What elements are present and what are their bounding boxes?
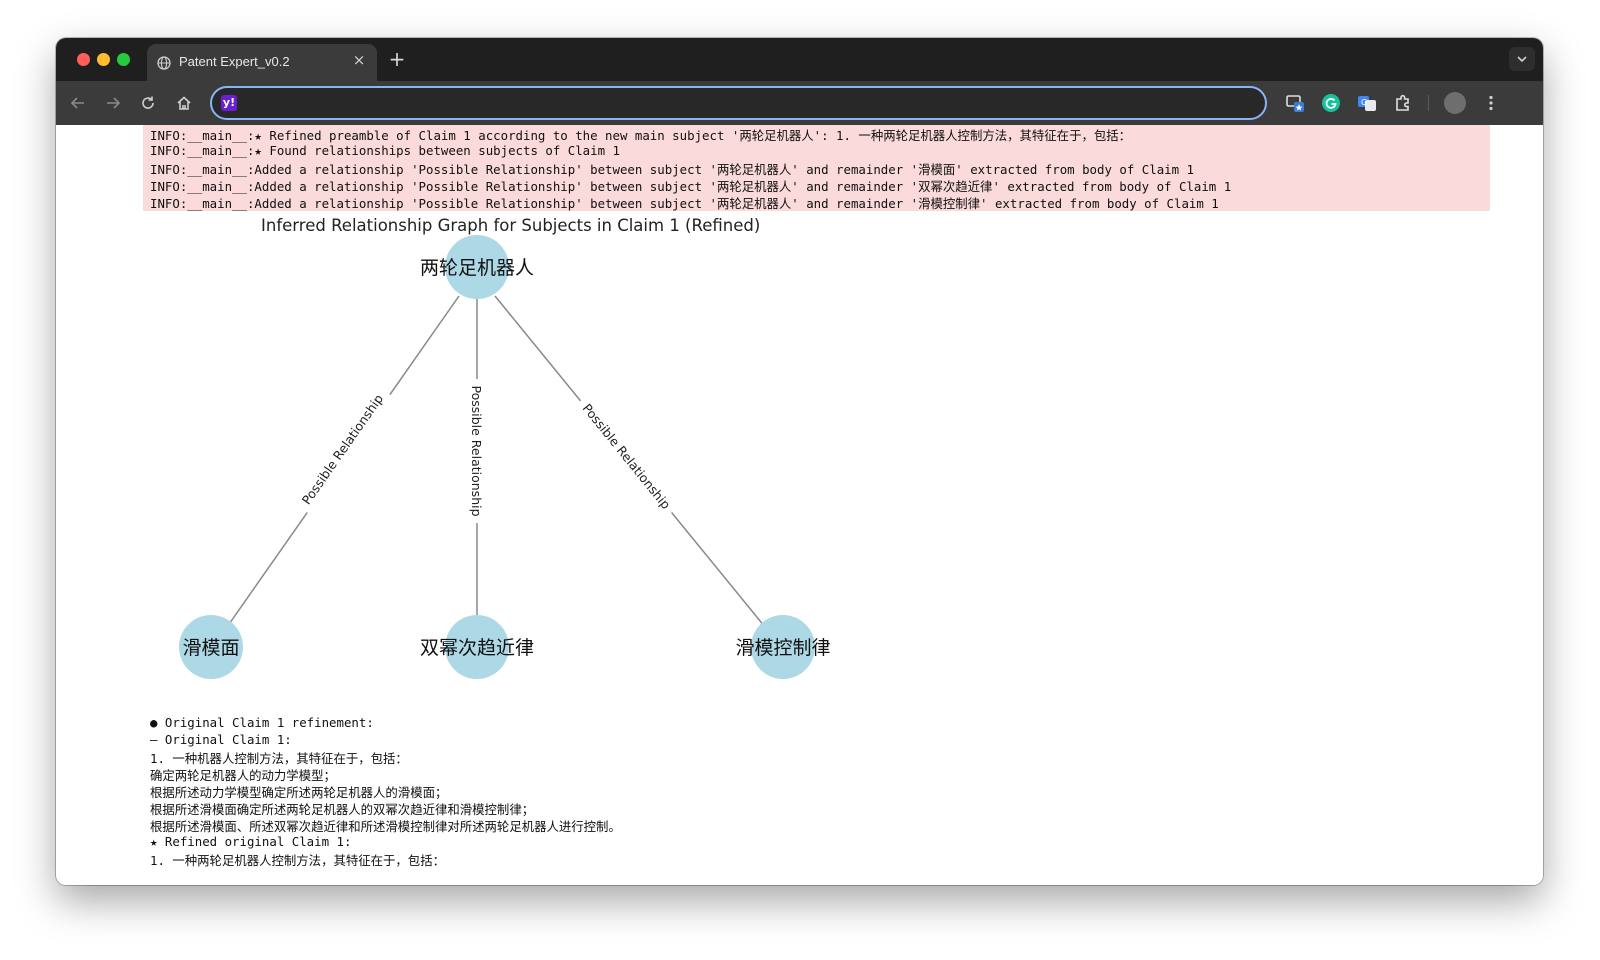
log-line: INFO:__main__:Added a relationship 'Poss… [150,179,1232,194]
yahoo-search-icon: y! [221,95,237,111]
new-tab-button[interactable]: + [387,47,407,71]
forward-arrow-icon [107,97,121,109]
screen-share-extension-icon[interactable] [1285,93,1305,113]
back-arrow-icon [70,97,84,109]
browser-window: Patent Expert_v0.2 × + y! G INFO:__main_… [56,38,1543,885]
svg-text:G: G [1361,98,1367,107]
tab-strip: Patent Expert_v0.2 × + [56,38,1543,81]
maximize-window-button[interactable] [117,53,130,66]
edge-label: Possible Relationship [299,391,386,507]
output-line: 确定两轮足机器人的动力学模型； [150,768,336,783]
node-label: 滑模面 [182,637,239,659]
output-line: ★ Refined original Claim 1: [150,834,352,849]
browser-toolbar: y! G [56,81,1543,125]
log-line: INFO:__main__:★ Refined preamble of Clai… [150,128,1132,143]
globe-icon [157,56,171,70]
reload-button[interactable] [136,91,160,115]
output-line: — Original Claim 1: [150,732,292,747]
tab-patent-expert[interactable]: Patent Expert_v0.2 × [147,44,377,81]
relationship-graph: Inferred Relationship Graph for Subjects… [179,216,831,679]
home-button[interactable] [172,91,196,115]
tab-search-button[interactable] [1509,47,1535,71]
output-line: 根据所述滑模面、所述双幂次趋近律和所述滑模控制律对所述两轮足机器人进行控制。 [150,819,621,834]
extensions-puzzle-icon[interactable] [1393,93,1413,113]
profile-avatar[interactable] [1444,92,1466,114]
node-label: 双幂次趋近律 [420,637,534,659]
address-input[interactable] [246,92,1240,116]
log-line: INFO:__main__:★ Found relationships betw… [150,143,620,158]
address-bar[interactable]: y! [210,86,1267,120]
toolbar-divider [1428,95,1429,111]
graph-title: Inferred Relationship Graph for Subjects… [261,216,760,235]
edge-label: Possible Relationship [580,401,674,512]
home-icon [177,96,191,110]
output-line: 1. 一种机器人控制方法，其特征在于，包括： [150,751,408,766]
tab-title: Patent Expert_v0.2 [179,54,290,69]
minimize-window-button[interactable] [97,53,110,66]
forward-button[interactable] [101,91,125,115]
output-line: ● Original Claim 1 refinement: [150,715,374,730]
back-button[interactable] [66,91,90,115]
edge-label: Possible Relationship [469,385,484,516]
close-window-button[interactable] [77,53,90,66]
close-tab-icon[interactable]: × [351,52,367,68]
output-line: 根据所述滑模面确定所述两轮足机器人的双幂次趋近律和滑模控制律； [150,802,535,817]
translate-icon[interactable]: G [1357,93,1377,113]
log-output: INFO:__main__:★ Refined preamble of Clai… [143,125,1490,211]
log-line: INFO:__main__:Added a relationship 'Poss… [150,196,1219,211]
page-content: INFO:__main__:★ Refined preamble of Clai… [56,125,1543,885]
chevron-down-icon [1517,56,1527,63]
more-menu-icon[interactable] [1484,91,1498,115]
grammarly-icon[interactable] [1321,93,1341,113]
reload-icon [142,96,154,109]
output-line: 根据所述动力学模型确定所述两轮足机器人的滑模面； [150,785,448,800]
node-label: 两轮足机器人 [420,257,534,279]
log-line: INFO:__main__:Added a relationship 'Poss… [150,162,1194,177]
node-label: 滑模控制律 [735,637,830,659]
output-line: 1. 一种两轮足机器人控制方法，其特征在于，包括： [150,853,445,868]
